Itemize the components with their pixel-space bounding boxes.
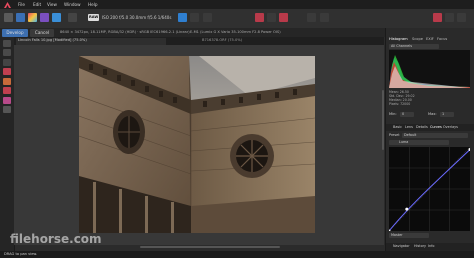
- doc-tab[interactable]: B716378.ORF (75.0%): [200, 38, 290, 45]
- preset-label: Preset: [389, 133, 400, 137]
- tab-details[interactable]: Details: [416, 125, 428, 129]
- max-input[interactable]: 1: [440, 112, 454, 117]
- cancel-button[interactable]: Cancel: [30, 28, 54, 37]
- tab-overlays[interactable]: Overlays: [443, 125, 458, 129]
- tab-lens[interactable]: Lens: [405, 125, 413, 129]
- tab-histogram[interactable]: Histogram: [389, 37, 408, 42]
- view-tool-icon[interactable]: [68, 13, 77, 22]
- clipping-highlights-icon[interactable]: [255, 13, 264, 22]
- settings-icon[interactable]: [457, 13, 466, 22]
- menu-file[interactable]: File: [18, 2, 25, 7]
- white-balance-tool-icon[interactable]: [3, 59, 11, 66]
- curves-graph[interactable]: [387, 146, 472, 233]
- overlay-erase-tool-icon[interactable]: [3, 97, 11, 104]
- channel-select[interactable]: All Channels: [389, 44, 439, 49]
- doc-tab-active[interactable]: Lincoln Falls 10.jpg [Modified] (75.0%): [16, 37, 166, 45]
- develop-persona-icon[interactable]: [28, 13, 37, 22]
- snap-icon[interactable]: [307, 13, 316, 22]
- tab-curves[interactable]: Curves: [430, 125, 442, 129]
- curve-point[interactable]: [405, 207, 409, 211]
- status-bar: [0, 251, 474, 258]
- tab-scope[interactable]: Scope: [412, 37, 423, 42]
- tab-basic[interactable]: Basic: [393, 125, 402, 129]
- panel-toggle-icon[interactable]: [445, 13, 454, 22]
- menu-help[interactable]: Help: [88, 2, 98, 7]
- preset-select[interactable]: Default: [402, 133, 468, 138]
- app-logo-icon: [4, 1, 11, 8]
- histogram-pixels: Pixels: 72000: [389, 102, 411, 106]
- export-persona-icon[interactable]: [52, 13, 61, 22]
- assistant-icon[interactable]: [433, 13, 442, 22]
- mirror-view-icon[interactable]: [190, 13, 199, 22]
- liquify-persona-icon[interactable]: [16, 13, 25, 22]
- before-after-icon[interactable]: [203, 13, 212, 22]
- hand-tool-icon[interactable]: [3, 40, 11, 47]
- curves-channel-select[interactable]: Luma: [389, 140, 449, 145]
- watermark-logo: filehorse.com: [10, 232, 102, 246]
- min-label: Min:: [389, 112, 397, 116]
- clipping-shadows-icon[interactable]: [267, 13, 276, 22]
- overlay-paint-tool-icon[interactable]: [3, 87, 11, 94]
- tab-navigator[interactable]: Navigator: [393, 244, 410, 248]
- document-info: 8640 × 3472px, 18.11MP, RGBA/32 (HDR) · …: [60, 30, 190, 34]
- min-input[interactable]: 0: [400, 112, 414, 117]
- tone-map-persona-icon[interactable]: [40, 13, 49, 22]
- tab-exif[interactable]: EXIF: [426, 37, 434, 42]
- histogram-graph: [389, 50, 470, 88]
- curves-footer[interactable]: Master: [389, 233, 429, 238]
- develop-button[interactable]: Develop: [2, 28, 28, 37]
- grid-icon[interactable]: [320, 13, 329, 22]
- red-eye-tool-icon[interactable]: [3, 68, 11, 75]
- raw-badge: RAW: [88, 14, 99, 21]
- lens-info: E-M1 (Lumix G X Vario 35-100mm F2.8 Powe…: [190, 30, 281, 34]
- photo-persona-icon[interactable]: [4, 13, 13, 22]
- vertical-scrollbar[interactable]: [382, 90, 384, 150]
- camera-info: ISO 200 f/5.0 30.0mm f/5.6 1/640s: [102, 15, 172, 20]
- blemish-tool-icon[interactable]: [3, 78, 11, 85]
- status-text: DRAG to pan view.: [4, 251, 38, 256]
- tab-history[interactable]: History: [414, 244, 426, 248]
- cathedral-photo: [79, 56, 315, 233]
- document-photo[interactable]: [79, 56, 315, 233]
- clipping-tones-icon[interactable]: [279, 13, 288, 22]
- max-label: Max:: [428, 112, 437, 116]
- menu-view[interactable]: View: [47, 2, 57, 7]
- zoom-tool-icon[interactable]: [3, 49, 11, 56]
- split-view-icon[interactable]: [178, 13, 187, 22]
- menu-window[interactable]: Window: [64, 2, 81, 7]
- horizontal-scrollbar[interactable]: [140, 246, 280, 248]
- tab-info[interactable]: Info: [428, 244, 434, 248]
- gradient-tool-icon[interactable]: [3, 106, 11, 113]
- menu-edit[interactable]: Edit: [33, 2, 41, 7]
- tab-focus[interactable]: Focus: [437, 37, 447, 42]
